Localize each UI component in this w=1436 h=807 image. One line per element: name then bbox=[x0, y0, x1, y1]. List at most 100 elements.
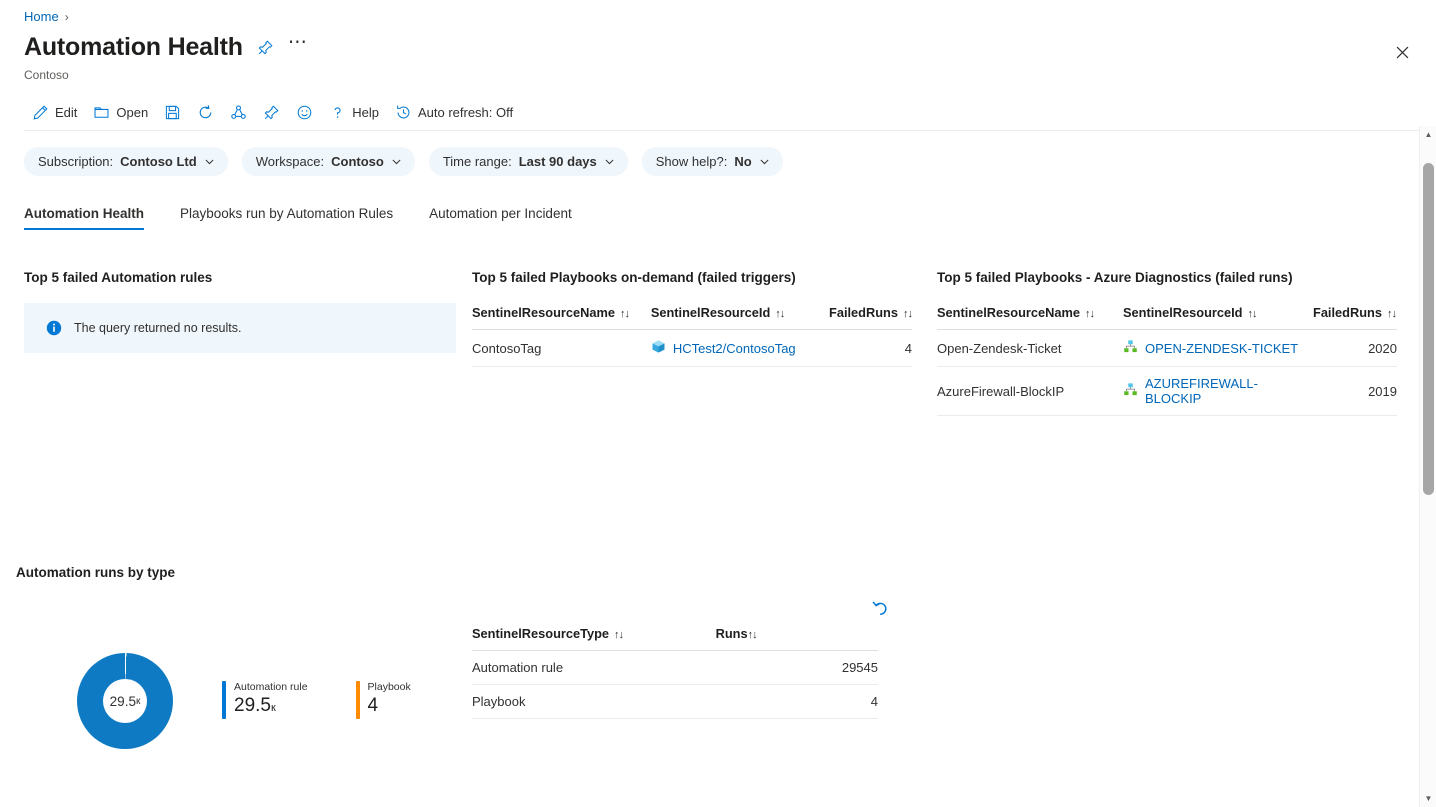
feedback-button[interactable] bbox=[288, 101, 321, 124]
filter-show-help-value: No bbox=[734, 154, 751, 169]
legend-value-number: 4 bbox=[368, 695, 379, 716]
cell-resource-name: ContosoTag bbox=[472, 330, 651, 367]
resource-id-link[interactable]: OPEN-ZENDESK-TICKET bbox=[1123, 339, 1298, 357]
resource-id-link[interactable]: HCTest2/ContosoTag bbox=[651, 339, 796, 357]
automation-runs-by-type-table-wrapper: SentinelResourceType↑↓ Runs↑↓ Automation… bbox=[472, 626, 878, 719]
filter-subscription[interactable]: Subscription: Contoso Ltd bbox=[24, 147, 228, 176]
chevron-down-icon bbox=[759, 156, 770, 167]
column-label: SentinelResourceType bbox=[472, 626, 609, 641]
resource-id-link[interactable]: AZUREFIREWALL-BLOCKIP bbox=[1123, 376, 1313, 406]
column-header-sentinelresourcename[interactable]: SentinelResourceName ↑↓ bbox=[937, 305, 1123, 330]
legend-value: 29.5к bbox=[234, 695, 308, 719]
column-label: FailedRuns bbox=[829, 305, 898, 320]
panel-failed-automation-rules: Top 5 failed Automation rules The query … bbox=[24, 270, 456, 353]
column-header-failedruns[interactable]: FailedRuns ↑↓ bbox=[1313, 305, 1397, 330]
scrollbar-track[interactable] bbox=[1420, 143, 1436, 790]
help-button[interactable]: Help bbox=[321, 101, 387, 124]
edit-button[interactable]: Edit bbox=[24, 101, 85, 124]
feedback-smiley-icon bbox=[296, 104, 313, 121]
legend-label: Automation rule bbox=[234, 681, 308, 694]
legend-item-playbook[interactable]: Playbook 4 bbox=[356, 681, 411, 719]
scroll-down-arrow-icon[interactable]: ▼ bbox=[1420, 790, 1436, 807]
column-header-runs[interactable]: Runs↑↓ bbox=[716, 626, 878, 651]
panel-failed-playbooks-diagnostics-title: Top 5 failed Playbooks - Azure Diagnosti… bbox=[937, 270, 1397, 285]
cell-resource-name: AzureFirewall-BlockIP bbox=[937, 367, 1123, 416]
breadcrumb-home-link[interactable]: Home bbox=[24, 9, 59, 24]
column-header-sentinelresourceid[interactable]: SentinelResourceId↑↓ bbox=[651, 305, 829, 330]
legend-value-unit: к bbox=[271, 702, 276, 714]
tab-playbooks-run-by-automation-rules[interactable]: Playbooks run by Automation Rules bbox=[180, 206, 407, 230]
resource-id-text: AZUREFIREWALL-BLOCKIP bbox=[1145, 376, 1313, 406]
table-row: AzureFirewall-BlockIP bbox=[937, 367, 1397, 416]
resource-id-text: OPEN-ZENDESK-TICKET bbox=[1145, 341, 1298, 356]
column-header-failedruns[interactable]: FailedRuns ↑↓ bbox=[829, 305, 912, 330]
tab-bar: Automation Health Playbooks run by Autom… bbox=[24, 206, 608, 230]
table-row: Automation rule 29545 bbox=[472, 651, 878, 685]
sort-icon[interactable]: ↑↓ bbox=[775, 308, 784, 320]
breadcrumb-separator-icon: › bbox=[65, 10, 69, 24]
sort-icon[interactable]: ↑↓ bbox=[903, 308, 912, 320]
logic-app-icon bbox=[1123, 339, 1138, 357]
column-header-sentinelresourceid[interactable]: SentinelResourceId ↑↓ bbox=[1123, 305, 1313, 330]
sort-icon[interactable]: ↑↓ bbox=[748, 629, 757, 641]
filter-bar: Subscription: Contoso Ltd Workspace: Con… bbox=[24, 147, 783, 176]
column-label: Runs bbox=[716, 626, 748, 641]
filter-workspace-prefix: Workspace: bbox=[256, 154, 324, 169]
refresh-icon bbox=[197, 104, 214, 121]
sort-icon[interactable]: ↑↓ bbox=[1247, 308, 1256, 320]
column-label: SentinelResourceId bbox=[1123, 305, 1242, 320]
column-header-sentinelresourcetype[interactable]: SentinelResourceType ↑↓ bbox=[472, 626, 716, 651]
column-label: FailedRuns bbox=[1313, 305, 1382, 320]
undo-reset-icon[interactable] bbox=[869, 596, 893, 620]
pin-icon[interactable] bbox=[257, 39, 274, 56]
question-icon bbox=[329, 104, 346, 121]
toolbar-divider bbox=[24, 130, 1419, 131]
sort-icon[interactable]: ↑↓ bbox=[620, 308, 629, 320]
auto-refresh-button[interactable]: Auto refresh: Off bbox=[387, 101, 521, 124]
filter-time-range[interactable]: Time range: Last 90 days bbox=[429, 147, 628, 176]
edit-button-label: Edit bbox=[55, 105, 77, 120]
sort-icon[interactable]: ↑↓ bbox=[1387, 308, 1396, 320]
donut-center-label: 29.5к bbox=[77, 653, 173, 749]
tab-automation-health[interactable]: Automation Health bbox=[24, 206, 158, 230]
close-icon[interactable] bbox=[1388, 38, 1416, 66]
cell-failed-runs: 2019 bbox=[1313, 367, 1397, 416]
more-options-button[interactable]: ⋯ bbox=[288, 39, 308, 56]
donut-center-value: 29.5 bbox=[110, 694, 136, 709]
cell-failed-runs: 2020 bbox=[1313, 330, 1397, 367]
cell-failed-runs: 4 bbox=[829, 330, 912, 367]
clock-history-icon bbox=[395, 104, 412, 121]
share-button[interactable] bbox=[222, 101, 255, 124]
save-button[interactable] bbox=[156, 101, 189, 124]
pin-toolbar-button[interactable] bbox=[255, 101, 288, 124]
panel-failed-automation-rules-title: Top 5 failed Automation rules bbox=[24, 270, 456, 285]
automation-runs-donut-chart[interactable]: 29.5к bbox=[77, 653, 173, 749]
scrollbar-thumb[interactable] bbox=[1423, 163, 1434, 495]
legend-item-automation-rule[interactable]: Automation rule 29.5к bbox=[222, 681, 308, 719]
tab-automation-per-incident[interactable]: Automation per Incident bbox=[429, 206, 586, 230]
chevron-down-icon bbox=[204, 156, 215, 167]
column-label: SentinelResourceName bbox=[472, 305, 615, 320]
refresh-button[interactable] bbox=[189, 101, 222, 124]
table-header-row: SentinelResourceName ↑↓ SentinelResourceI… bbox=[472, 305, 912, 330]
scroll-up-arrow-icon[interactable]: ▲ bbox=[1420, 126, 1436, 143]
table-row: Open-Zendesk-Ticket OP bbox=[937, 330, 1397, 367]
sort-icon[interactable]: ↑↓ bbox=[1085, 308, 1094, 320]
filter-show-help[interactable]: Show help?: No bbox=[642, 147, 783, 176]
panel-failed-playbooks-diagnostics: Top 5 failed Playbooks - Azure Diagnosti… bbox=[937, 270, 1397, 416]
automation-runs-by-type-table: SentinelResourceType↑↓ Runs↑↓ Automation… bbox=[472, 626, 878, 719]
cell-resource-type: Playbook bbox=[472, 685, 716, 719]
cell-resource-id: OPEN-ZENDESK-TICKET bbox=[1123, 330, 1313, 367]
breadcrumb: Home › bbox=[24, 9, 69, 24]
cell-resource-id: HCTest2/ContosoTag bbox=[651, 330, 829, 367]
column-label: SentinelResourceName bbox=[937, 305, 1080, 320]
vertical-scrollbar[interactable]: ▲ ▼ bbox=[1419, 126, 1436, 807]
filter-subscription-value: Contoso Ltd bbox=[120, 154, 197, 169]
sort-icon[interactable]: ↑↓ bbox=[614, 629, 623, 641]
failed-playbooks-diagnostics-table: SentinelResourceName ↑↓ SentinelResourceI… bbox=[937, 305, 1397, 416]
open-button[interactable]: Open bbox=[85, 101, 156, 124]
column-header-sentinelresourcename[interactable]: SentinelResourceName ↑↓ bbox=[472, 305, 651, 330]
pin-icon bbox=[263, 104, 280, 121]
panel-failed-playbooks-ondemand: Top 5 failed Playbooks on-demand (failed… bbox=[472, 270, 912, 367]
filter-workspace[interactable]: Workspace: Contoso bbox=[242, 147, 415, 176]
